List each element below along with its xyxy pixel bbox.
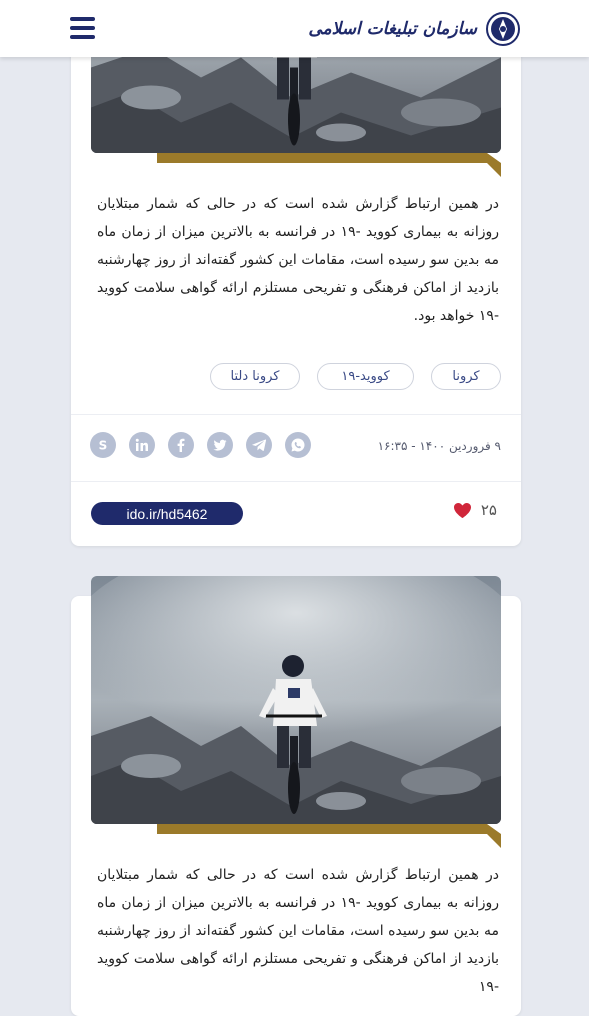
tag-corona[interactable]: کرونا [431,363,501,390]
news-card: در همین ارتباط گزارش شده است که در حالی … [71,576,521,1016]
divider [71,481,521,482]
site-header: سازمان تبلیغات اسلامی [0,0,589,57]
news-card: در همین ارتباط گزارش شده است که در حالی … [71,0,521,546]
heart-icon[interactable] [453,502,472,519]
whatsapp-icon[interactable] [285,432,311,458]
emblem-icon [486,12,520,46]
gold-accent-bar [157,824,501,848]
gold-accent-bar [157,153,501,177]
tag-corona-delta[interactable]: کرونا دلتا [210,363,300,390]
skype-icon[interactable]: S [90,432,116,458]
facebook-icon[interactable] [168,432,194,458]
telegram-icon[interactable] [246,432,272,458]
like-counter: ۲۵ [453,501,497,519]
divider [71,414,521,415]
share-icons: S [90,432,311,458]
article-body: در همین ارتباط گزارش شده است که در حالی … [97,196,499,324]
site-logo[interactable]: سازمان تبلیغات اسلامی [308,8,521,50]
hamburger-menu-icon[interactable] [70,17,96,43]
article-body: در همین ارتباط گزارش شده است که در حالی … [97,867,499,995]
tag-covid-19[interactable]: کووید-۱۹ [317,363,414,390]
article-photo[interactable] [91,576,501,824]
publish-date: ۹ فروردین ۱۴۰۰ - ۱۶:۳۵ [377,439,501,453]
twitter-icon[interactable] [207,432,233,458]
linkedin-icon[interactable] [129,432,155,458]
like-count: ۲۵ [480,501,497,519]
svg-text:S: S [99,439,108,453]
short-link-button[interactable]: ido.ir/hd5462 [91,502,243,525]
logo-text: سازمان تبلیغات اسلامی [308,19,477,39]
tag-list: کرونا کووید-۱۹ کرونا دلتا [210,363,501,390]
